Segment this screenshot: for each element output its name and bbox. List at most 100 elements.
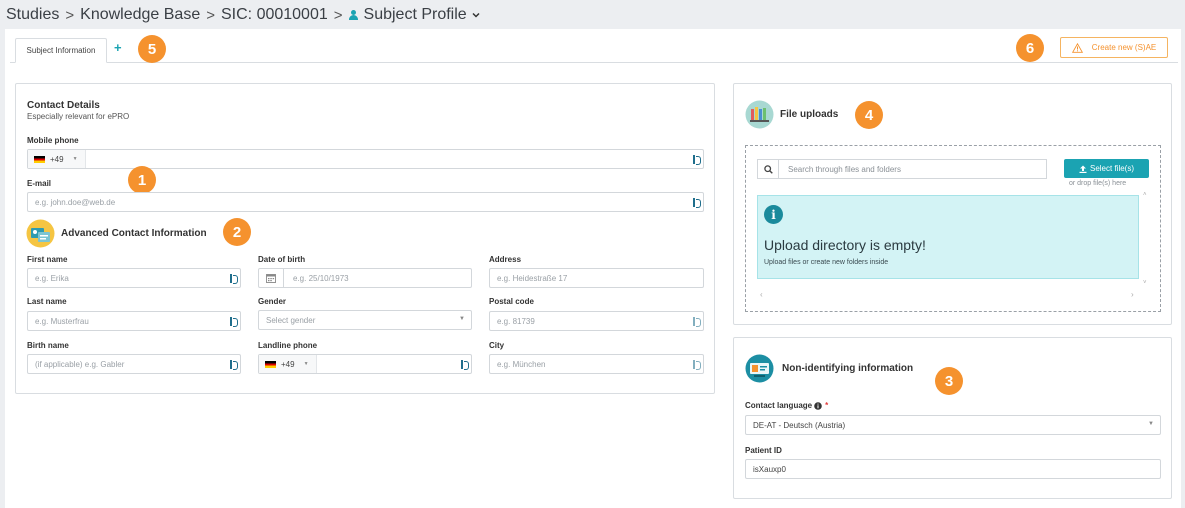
contact-language-select[interactable]: DE-AT - Deutsch (Austria) ▼: [745, 415, 1161, 435]
tab-subject-information[interactable]: Subject Information: [15, 38, 107, 63]
gender-select[interactable]: Select gender ▼: [258, 310, 472, 330]
first-name-placeholder: e.g. Erika: [35, 273, 69, 283]
tab-divider: [10, 62, 1178, 63]
patient-id-value: isXauxp0: [753, 464, 786, 474]
step-badge-2: 2: [223, 218, 251, 246]
gender-label: Gender: [258, 297, 287, 306]
field-action-icon[interactable]: [230, 274, 238, 284]
required-marker: *: [825, 401, 829, 410]
search-button[interactable]: [758, 160, 779, 178]
dropdown-caret-icon: ▼: [1148, 421, 1154, 427]
step-badge-6: 6: [1016, 34, 1044, 62]
add-tab-button[interactable]: +: [114, 40, 122, 55]
address-label: Address: [489, 255, 522, 264]
contact-language-value: DE-AT - Deutsch (Austria): [753, 420, 846, 430]
breadcrumb-separator: >: [65, 6, 75, 24]
last-name-label: Last name: [27, 297, 67, 306]
breadcrumb-separator: >: [206, 6, 215, 24]
last-name-placeholder: e.g. Musterfrau: [35, 316, 89, 326]
first-name-field[interactable]: e.g. Erika: [27, 268, 241, 288]
landline-field[interactable]: +49 ▼: [258, 354, 472, 374]
german-flag-icon: [34, 155, 45, 163]
field-action-icon[interactable]: [693, 317, 701, 327]
city-placeholder: e.g. München: [497, 359, 546, 369]
scroll-up-arrow[interactable]: ˄: [1143, 192, 1147, 198]
dob-label: Date of birth: [258, 255, 306, 264]
info-icon[interactable]: [814, 401, 822, 410]
scroll-down-arrow[interactable]: ˅: [1143, 280, 1147, 286]
field-action-icon[interactable]: [230, 317, 238, 327]
select-files-label: Select file(s): [1089, 164, 1134, 173]
advanced-contact-title: Advanced Contact Information: [61, 228, 207, 239]
email-label: E-mail: [27, 179, 52, 188]
postal-code-label: Postal code: [489, 297, 534, 306]
person-icon: [348, 10, 358, 20]
breadcrumb-studies[interactable]: Studies: [6, 6, 59, 24]
breadcrumb-sic[interactable]: SIC: 00010001: [221, 6, 328, 24]
empty-directory-text: Upload files or create new folders insid…: [764, 259, 889, 266]
select-files-button[interactable]: Select file(s): [1064, 159, 1149, 178]
file-search-placeholder: Search through files and folders: [788, 164, 901, 174]
contact-language-label-group: Contact language *: [745, 401, 828, 410]
mobile-phone-label: Mobile phone: [27, 136, 79, 145]
email-field[interactable]: e.g. john.doe@web.de: [27, 192, 704, 212]
file-search-field[interactable]: Search through files and folders: [757, 159, 1047, 179]
create-sae-button[interactable]: Create new (S)AE: [1060, 37, 1168, 58]
calendar-icon: [266, 274, 276, 283]
info-icon: i: [764, 205, 783, 224]
non-identifying-icon: [745, 354, 774, 383]
landline-label: Landline phone: [258, 341, 318, 350]
country-code-select[interactable]: +49 ▼: [28, 150, 86, 168]
file-uploads-title: File uploads: [780, 109, 839, 120]
scroll-left-arrow[interactable]: ‹: [760, 290, 763, 299]
breadcrumb-current[interactable]: Subject Profile: [364, 6, 467, 24]
last-name-field[interactable]: e.g. Musterfrau: [27, 311, 241, 331]
country-code-value: +49: [281, 359, 295, 369]
dropdown-caret-icon: ▼: [72, 156, 78, 162]
city-label: City: [489, 341, 505, 350]
birth-name-placeholder: (if applicable) e.g. Gabler: [35, 359, 125, 369]
address-placeholder: e.g. Heidestraße 17: [497, 273, 568, 283]
field-action-icon[interactable]: [693, 198, 701, 208]
postal-code-field[interactable]: e.g. 81739: [489, 311, 704, 331]
birth-name-field[interactable]: (if applicable) e.g. Gabler: [27, 354, 241, 374]
step-badge-1: 1: [128, 166, 156, 194]
mobile-phone-field[interactable]: +49 ▼: [27, 149, 704, 169]
non-identifying-title: Non-identifying information: [782, 363, 914, 374]
dropdown-caret-icon: ▼: [303, 361, 309, 367]
drop-hint: or drop file(s) here: [1069, 180, 1127, 187]
step-badge-3: 3: [935, 367, 963, 395]
breadcrumb: Studies > Knowledge Base > SIC: 00010001…: [6, 4, 480, 26]
warning-icon: [1071, 42, 1083, 53]
country-code-value: +49: [50, 154, 64, 164]
search-icon: [763, 164, 773, 174]
contact-card-icon: [26, 219, 55, 248]
contact-language-label: Contact language: [745, 401, 813, 410]
patient-id-label: Patient ID: [745, 446, 782, 455]
field-action-icon[interactable]: [693, 360, 701, 370]
step-badge-5: 5: [138, 35, 166, 63]
breadcrumb-separator: >: [333, 6, 343, 24]
city-field[interactable]: e.g. München: [489, 354, 704, 374]
scroll-right-arrow[interactable]: ›: [1131, 290, 1134, 299]
email-placeholder: e.g. john.doe@web.de: [35, 197, 116, 207]
breadcrumb-knowledge-base[interactable]: Knowledge Base: [80, 6, 200, 24]
contact-details-subtitle: Especially relevant for ePRO: [27, 112, 130, 121]
field-action-icon[interactable]: [230, 360, 238, 370]
field-action-icon[interactable]: [461, 360, 469, 370]
dob-field[interactable]: e.g. 25/10/1973: [258, 268, 472, 288]
create-sae-label: Create new (S)AE: [1091, 43, 1157, 52]
dropdown-caret-icon: ▼: [459, 316, 465, 322]
country-code-select[interactable]: +49 ▼: [259, 355, 317, 373]
chevron-down-icon[interactable]: [472, 12, 480, 18]
birth-name-label: Birth name: [27, 341, 69, 350]
step-badge-4: 4: [855, 101, 883, 129]
german-flag-icon: [265, 360, 276, 368]
calendar-button[interactable]: [259, 269, 284, 287]
empty-directory-title: Upload directory is empty!: [764, 237, 926, 253]
field-action-icon[interactable]: [693, 155, 701, 165]
patient-id-field[interactable]: isXauxp0: [745, 459, 1161, 479]
first-name-label: First name: [27, 255, 68, 264]
address-field[interactable]: e.g. Heidestraße 17: [489, 268, 704, 288]
file-uploads-icon: [745, 100, 774, 129]
